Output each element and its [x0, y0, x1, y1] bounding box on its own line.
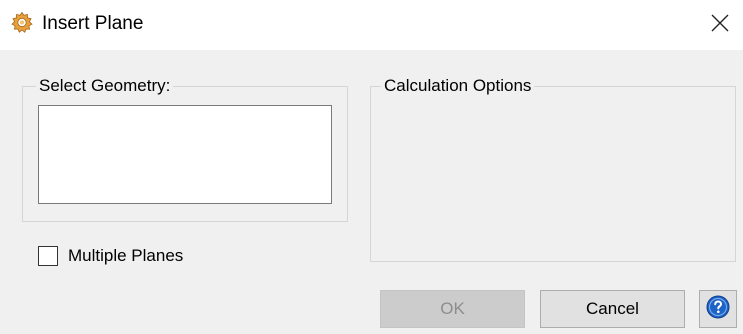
geometry-selection-list[interactable] [38, 105, 332, 204]
help-button[interactable] [699, 290, 737, 328]
multiple-planes-label[interactable]: Multiple Planes [68, 245, 183, 267]
cancel-button-label: Cancel [586, 299, 639, 318]
gear-icon [10, 11, 34, 35]
calculation-options-group: Calculation Options [370, 76, 736, 262]
cancel-button[interactable]: Cancel [540, 290, 685, 328]
window-title: Insert Plane [42, 13, 144, 34]
help-icon [706, 295, 730, 324]
ok-button[interactable]: OK [380, 290, 525, 328]
multiple-planes-checkbox[interactable] [38, 246, 58, 266]
close-button[interactable] [697, 0, 743, 50]
select-geometry-label: Select Geometry: [36, 76, 174, 96]
insert-plane-dialog: Insert Plane Select Geometry: Calculatio… [0, 0, 743, 334]
ok-button-label: OK [440, 299, 465, 318]
calculation-options-label: Calculation Options [381, 76, 535, 96]
close-icon [710, 13, 730, 38]
title-bar: Insert Plane [0, 0, 743, 50]
